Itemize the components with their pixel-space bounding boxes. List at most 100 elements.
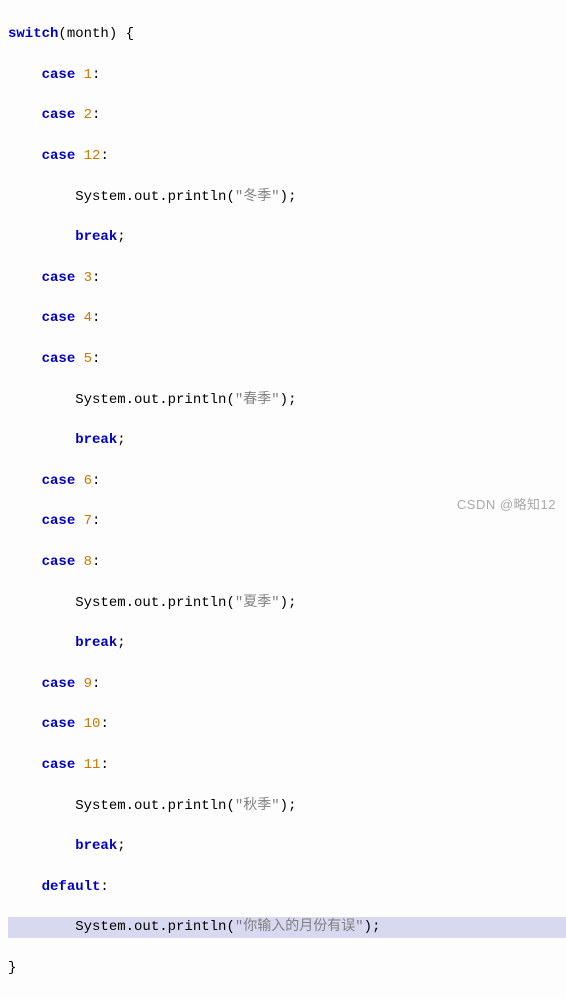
paren-open: ( [58,26,66,42]
number-literal: 6 [84,473,92,489]
code-line: default: [8,877,566,897]
brace-close: } [8,960,16,976]
paren-open: ( [226,919,234,935]
code-line: case 9: [8,674,566,694]
paren-close: ) [280,189,288,205]
code-line: System.out.println("夏季"); [8,593,566,613]
keyword-case: case [42,148,76,164]
number-literal: 11 [84,757,101,773]
semicolon: ; [288,189,296,205]
keyword-case: case [42,554,76,570]
semicolon: ; [117,432,125,448]
code-line: case 4: [8,308,566,328]
method-call: System.out.println [75,595,226,611]
number-literal: 2 [84,107,92,123]
code-line: break; [8,430,566,450]
code-line: case 1: [8,65,566,85]
colon: : [92,270,100,286]
code-line: case 2: [8,105,566,125]
keyword-case: case [42,676,76,692]
keyword-case: case [42,351,76,367]
number-literal: 8 [84,554,92,570]
code-line: break; [8,227,566,247]
keyword-case: case [42,270,76,286]
code-line: case 6: [8,471,566,491]
colon: : [100,879,108,895]
code-line: break; [8,836,566,856]
code-line: System.out.println("春季"); [8,390,566,410]
method-call: System.out.println [75,392,226,408]
paren-close: ) [280,595,288,611]
paren-close: ) [364,919,372,935]
keyword-case: case [42,310,76,326]
code-line: case 8: [8,552,566,572]
number-literal: 9 [84,676,92,692]
keyword-case: case [42,757,76,773]
code-line-highlighted: System.out.println("你输入的月份有误"); [8,917,566,937]
paren-close: ) [280,798,288,814]
semicolon: ; [288,798,296,814]
keyword-switch: switch [8,26,58,42]
number-literal: 5 [84,351,92,367]
number-literal: 4 [84,310,92,326]
keyword-case: case [42,107,76,123]
keyword-break: break [75,635,117,651]
brace-open: { [126,26,134,42]
code-line: case 11: [8,755,566,775]
number-literal: 3 [84,270,92,286]
code-line: break; [8,633,566,653]
colon: : [92,351,100,367]
semicolon: ; [372,919,380,935]
code-line: case 5: [8,349,566,369]
string-literal: "冬季" [235,189,280,205]
code-line: case 12: [8,146,566,166]
semicolon: ; [117,635,125,651]
code-line: } [8,958,566,978]
colon: : [92,310,100,326]
method-call: System.out.println [75,919,226,935]
paren-open: ( [226,392,234,408]
semicolon: ; [288,392,296,408]
colon: : [92,473,100,489]
semicolon: ; [117,229,125,245]
number-literal: 12 [84,148,101,164]
number-literal: 10 [84,716,101,732]
colon: : [100,148,108,164]
keyword-break: break [75,838,117,854]
keyword-case: case [42,716,76,732]
identifier-month: month [67,26,109,42]
keyword-case: case [42,473,76,489]
keyword-case: case [42,67,76,83]
colon: : [92,676,100,692]
code-line: System.out.println("冬季"); [8,187,566,207]
code-line: System.out.println("秋季"); [8,796,566,816]
colon: : [92,107,100,123]
method-call: System.out.println [75,189,226,205]
code-line: case 7: [8,511,566,531]
paren-open: ( [226,798,234,814]
semicolon: ; [288,595,296,611]
string-literal: "秋季" [235,798,280,814]
colon: : [100,757,108,773]
number-literal: 7 [84,513,92,529]
watermark-text: CSDN @略知12 [457,494,556,513]
colon: : [92,513,100,529]
colon: : [92,67,100,83]
string-literal: "夏季" [235,595,280,611]
keyword-case: case [42,513,76,529]
colon: : [92,554,100,570]
paren-close: ) [280,392,288,408]
code-line: switch(month) { [8,24,566,44]
paren-open: ( [226,595,234,611]
semicolon: ; [117,838,125,854]
colon: : [100,716,108,732]
keyword-break: break [75,432,117,448]
string-literal: "你输入的月份有误" [235,919,364,935]
code-line: case 10: [8,714,566,734]
keyword-break: break [75,229,117,245]
number-literal: 1 [84,67,92,83]
code-line: case 3: [8,268,566,288]
keyword-default: default [42,879,101,895]
paren-open: ( [226,189,234,205]
string-literal: "春季" [235,392,280,408]
